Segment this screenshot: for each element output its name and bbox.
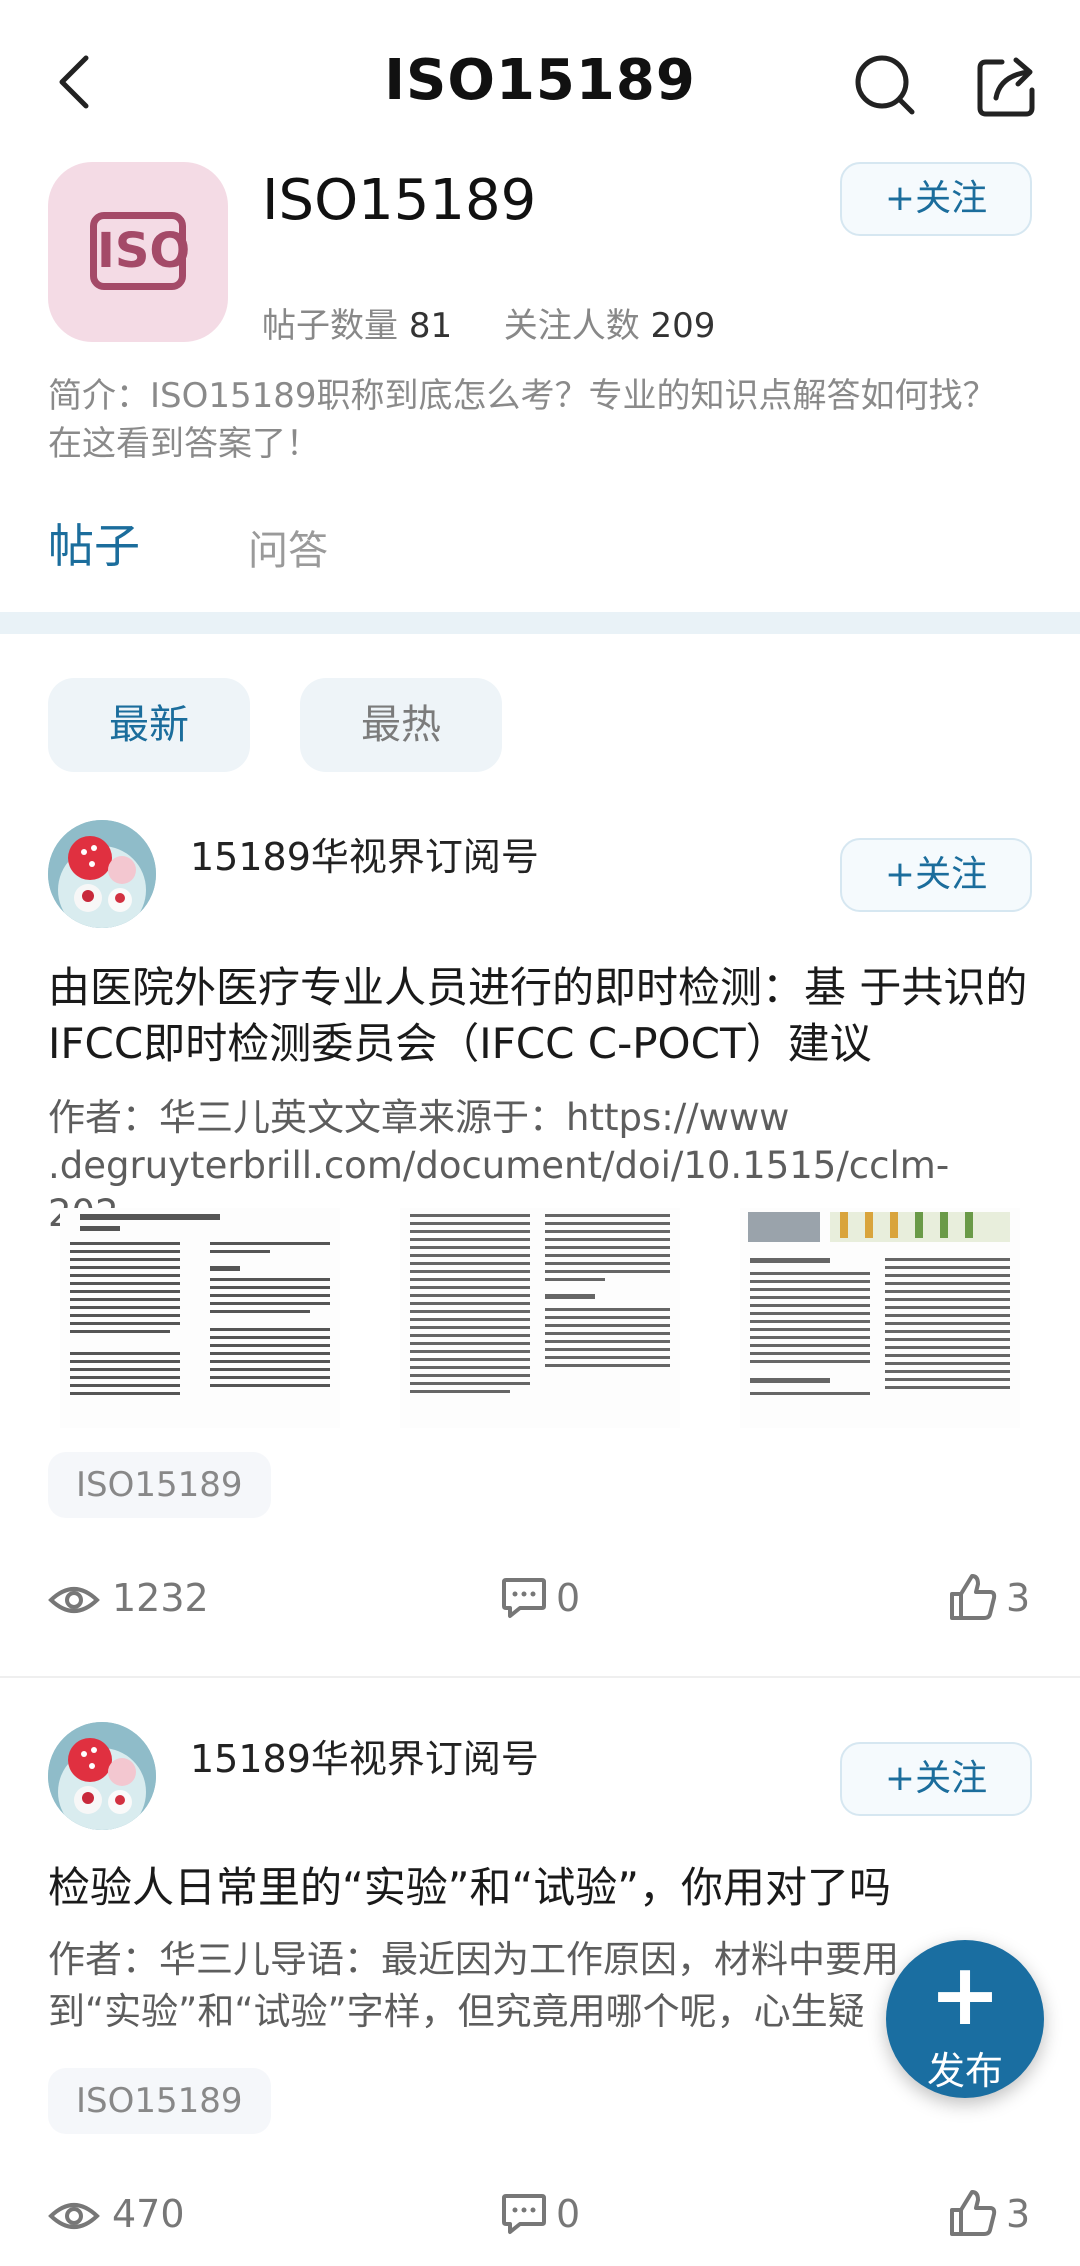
like-icon[interactable] (948, 2188, 998, 2238)
post-excerpt-line: 作者：华三儿英文文章来源于：https://www (48, 1096, 790, 1139)
comment-count: 0 (556, 2192, 581, 2236)
group-stats: 帖子数量 81 关注人数 209 (262, 298, 715, 347)
follow-author-button[interactable]: +关注 (840, 1742, 1032, 1816)
filter-latest[interactable]: 最新 (48, 678, 250, 772)
comment-icon[interactable] (500, 1574, 548, 1622)
post-image-thumbnail[interactable] (60, 1208, 340, 1428)
avatar-image (48, 1722, 156, 1830)
section-divider (0, 612, 1080, 634)
like-icon[interactable] (948, 1572, 998, 1622)
post-tag[interactable]: ISO15189 (48, 1452, 271, 1518)
post-image-thumbnail[interactable] (740, 1208, 1020, 1428)
posts-count: 81 (408, 306, 453, 346)
document-page-image (60, 1208, 340, 1428)
publish-label: 发布 (926, 2049, 1003, 2093)
post-divider (0, 1676, 1080, 1678)
follow-group-button[interactable]: +关注 (840, 162, 1032, 236)
tab-qa[interactable]: 问答 (248, 518, 328, 576)
like-count: 3 (1006, 1576, 1031, 1620)
group-intro: 简介：ISO15189职称到底怎么考？专业的知识点解答如何找？在这看到答案了！ (48, 376, 997, 464)
document-page-image (400, 1208, 680, 1428)
post-tag[interactable]: ISO15189 (48, 2068, 271, 2134)
followers-count: 209 (650, 306, 716, 346)
post-author[interactable]: 15189华视界订阅号 (190, 826, 539, 881)
tab-posts[interactable]: 帖子 (48, 510, 140, 576)
group-logo: ISO (48, 162, 228, 342)
post-title[interactable]: 检验人日常里的“实验”和“试验”，你用对了吗 (48, 1860, 1038, 1916)
publish-button[interactable]: + 发布 (886, 1940, 1044, 2098)
group-name: ISO15189 (262, 168, 537, 233)
plus-icon: + (928, 1945, 1002, 2045)
comment-icon[interactable] (500, 2190, 548, 2238)
filter-hottest[interactable]: 最热 (300, 678, 502, 772)
like-count: 3 (1006, 2192, 1031, 2236)
view-count: 470 (112, 2192, 185, 2236)
share-icon[interactable] (972, 50, 1042, 120)
avatar[interactable] (48, 1722, 156, 1830)
views-icon (48, 2203, 100, 2229)
followers-count-label: 关注人数 (503, 306, 640, 346)
posts-count-label: 帖子数量 (262, 306, 398, 346)
post-author[interactable]: 15189华视界订阅号 (190, 1728, 539, 1783)
iso-logo-icon: ISO (90, 212, 190, 290)
avatar-image (48, 820, 156, 928)
post-image-thumbnail[interactable] (400, 1208, 680, 1428)
post-title[interactable]: 由医院外医疗专业人员进行的即时检测：基 于共识的IFCC即时检测委员会（IFCC… (48, 960, 1038, 1072)
search-icon[interactable] (850, 50, 920, 120)
view-count: 1232 (112, 1576, 209, 1620)
follow-author-button[interactable]: +关注 (840, 838, 1032, 912)
document-page-image (740, 1208, 1020, 1428)
views-icon (48, 1587, 100, 1613)
avatar[interactable] (48, 820, 156, 928)
comment-count: 0 (556, 1576, 581, 1620)
top-bar: ISO15189 (0, 0, 1080, 165)
